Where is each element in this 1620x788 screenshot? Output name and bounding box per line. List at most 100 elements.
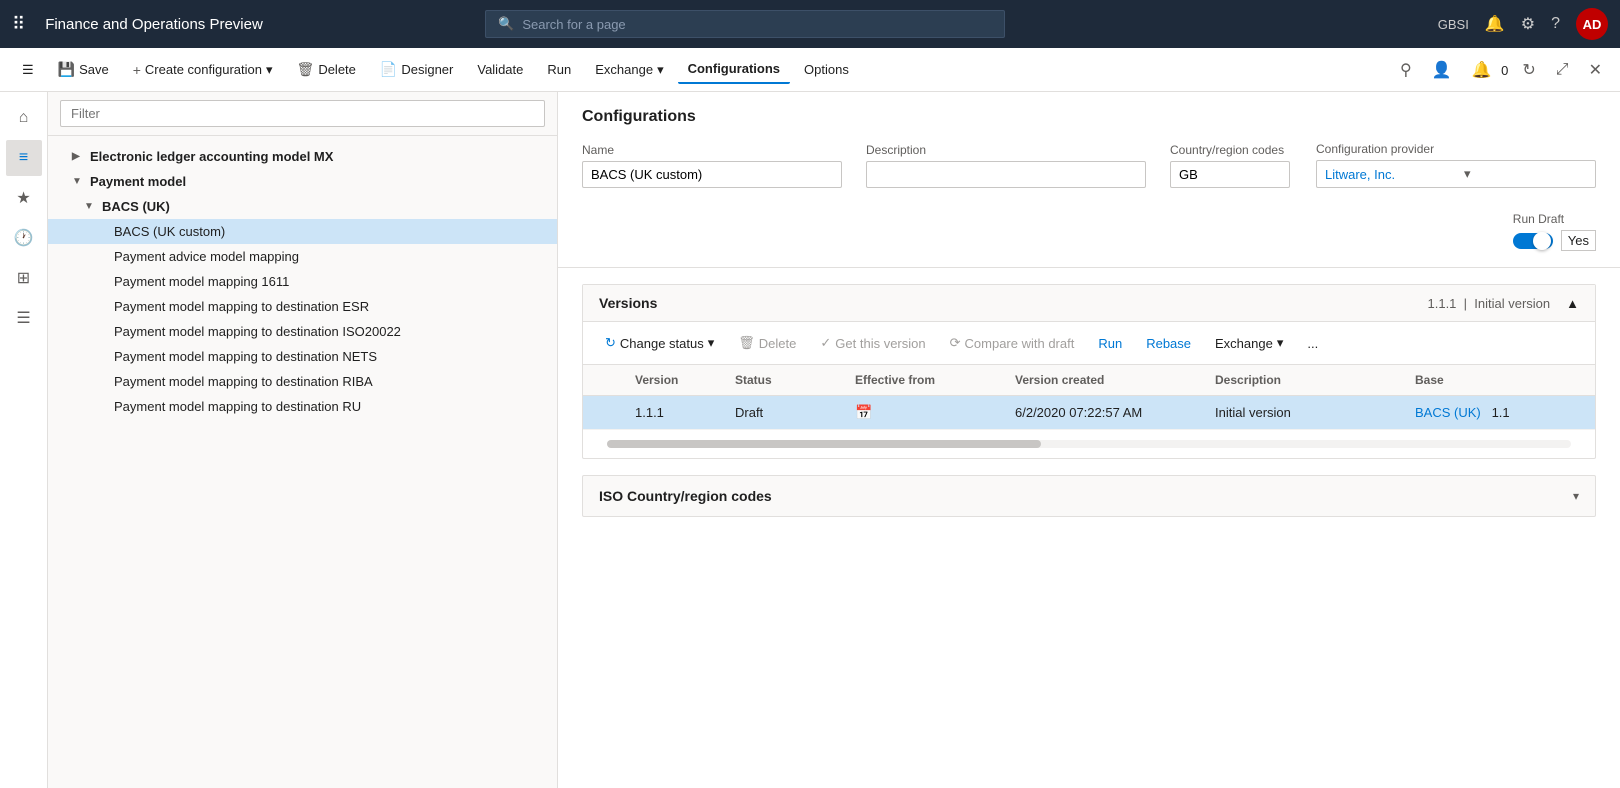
notification-count: 0: [1501, 63, 1508, 78]
get-version-button[interactable]: ✓ Get this version: [810, 330, 935, 356]
tree-item-bacs-uk[interactable]: ▼ BACS (UK): [48, 194, 557, 219]
recent-sidebar-button[interactable]: 🕐: [6, 220, 42, 256]
badge-notification: 🔔 0: [1466, 54, 1509, 86]
run-draft-value: Yes: [1561, 230, 1596, 251]
table-row[interactable]: 1.1.1 Draft 📅 6/2/2020 07:22:57 AM Initi…: [583, 396, 1595, 430]
designer-button[interactable]: 📄 Designer: [370, 55, 463, 84]
versions-exchange-button[interactable]: Exchange ▾: [1205, 330, 1293, 356]
expand-icon-payment-model: ▼: [72, 176, 84, 187]
change-status-button[interactable]: ↻ Change status ▾: [595, 330, 724, 356]
versions-meta-text: Initial version: [1474, 296, 1550, 311]
tree-item-bacs-uk-custom[interactable]: BACS (UK custom): [48, 219, 557, 244]
country-input[interactable]: [1170, 161, 1290, 188]
tree-item-electronic-ledger[interactable]: ▶ Electronic ledger accounting model MX: [48, 144, 557, 169]
more-options-button[interactable]: ...: [1297, 331, 1328, 356]
filter-icon-button[interactable]: ⚲: [1394, 54, 1418, 86]
user-avatar[interactable]: AD: [1576, 8, 1608, 40]
tree-item-payment-1611[interactable]: Payment model mapping 1611: [48, 269, 557, 294]
search-input[interactable]: [522, 17, 992, 32]
modules-sidebar-button[interactable]: ☰: [6, 300, 42, 336]
top-nav-right: GBSI 🔔 ⚙ ? AD: [1438, 8, 1608, 40]
versions-collapse-icon[interactable]: ▲: [1566, 296, 1579, 311]
versions-table-area: Version Status Effective from Version cr…: [583, 365, 1595, 430]
name-field-group: Name: [582, 143, 842, 188]
versions-version-label: 1.1.1: [1428, 296, 1457, 311]
name-label: Name: [582, 143, 842, 157]
tree-item-payment-esr[interactable]: Payment model mapping to destination ESR: [48, 294, 557, 319]
close-icon-button[interactable]: ✕: [1583, 54, 1608, 86]
tree-item-payment-nets[interactable]: Payment model mapping to destination NET…: [48, 344, 557, 369]
command-bar-right: ⚲ 👤 🔔 0 ↻ ⤢ ✕: [1394, 54, 1608, 86]
iso-header[interactable]: ISO Country/region codes ▾: [583, 476, 1595, 516]
save-button[interactable]: 💾 Save: [48, 55, 119, 84]
calendar-icon[interactable]: 📅: [855, 404, 872, 420]
personalize-icon-button[interactable]: 👤: [1426, 54, 1458, 86]
col-header-description[interactable]: Description: [1203, 365, 1403, 396]
tree-item-payment-ru[interactable]: Payment model mapping to destination RU: [48, 394, 557, 419]
notifications-count-button[interactable]: 🔔: [1466, 54, 1498, 86]
delete-button[interactable]: 🗑 Delete: [287, 55, 366, 84]
tree-item-payment-riba[interactable]: Payment model mapping to destination RIB…: [48, 369, 557, 394]
col-header-status[interactable]: Status: [723, 365, 843, 396]
home-sidebar-button[interactable]: ⌂: [6, 100, 42, 136]
nav-sidebar-button[interactable]: ≡: [6, 140, 42, 176]
search-icon: 🔍: [498, 16, 514, 32]
favorites-sidebar-button[interactable]: ★: [6, 180, 42, 216]
help-icon[interactable]: ?: [1551, 15, 1560, 33]
provider-dropdown-arrow[interactable]: ▾: [1456, 161, 1595, 187]
tree-item-payment-iso20022[interactable]: Payment model mapping to destination ISO…: [48, 319, 557, 344]
description-input[interactable]: [866, 161, 1146, 188]
cell-version: 1.1.1: [623, 396, 723, 430]
table-header-row: Version Status Effective from Version cr…: [583, 365, 1595, 396]
main-content: Configurations Name Description Country/…: [558, 92, 1620, 788]
expand-icon-button[interactable]: ⤢: [1550, 55, 1575, 85]
refresh-icon-button[interactable]: ↻: [1516, 54, 1541, 86]
hamburger-menu-button[interactable]: ☰: [12, 56, 44, 84]
iso-collapse-icon[interactable]: ▾: [1573, 489, 1579, 503]
compare-icon: ⟳: [950, 335, 961, 351]
validate-button[interactable]: Validate: [467, 56, 533, 83]
provider-label: Configuration provider: [1316, 142, 1596, 156]
configurations-section: Configurations Name Description Country/…: [558, 92, 1620, 268]
versions-run-button[interactable]: Run: [1088, 331, 1132, 356]
col-header-effective[interactable]: Effective from: [843, 365, 1003, 396]
col-header-version[interactable]: Version: [623, 365, 723, 396]
scroll-thumb[interactable]: [607, 440, 1041, 448]
run-button[interactable]: Run: [537, 56, 581, 83]
notifications-icon[interactable]: 🔔: [1485, 14, 1505, 34]
get-version-icon: ✓: [820, 335, 831, 351]
app-grid-icon[interactable]: ⠿: [12, 14, 25, 35]
versions-header[interactable]: Versions 1.1.1 | Initial version ▲: [583, 285, 1595, 322]
col-header-created[interactable]: Version created: [1003, 365, 1203, 396]
tree-label-payment-iso20022: Payment model mapping to destination ISO…: [114, 324, 545, 339]
versions-delete-button[interactable]: 🗑 Delete: [728, 330, 806, 356]
tree-filter-area: [48, 92, 557, 136]
cell-status: Draft: [723, 396, 843, 430]
workspaces-sidebar-button[interactable]: ⊞: [6, 260, 42, 296]
run-draft-toggle[interactable]: [1513, 231, 1553, 251]
tree-item-payment-advice[interactable]: Payment advice model mapping: [48, 244, 557, 269]
settings-icon[interactable]: ⚙: [1521, 14, 1535, 34]
col-header-base[interactable]: Base: [1403, 365, 1595, 396]
description-field-group: Description: [866, 143, 1146, 188]
iso-section: ISO Country/region codes ▾: [582, 475, 1596, 517]
tree-label-payment-esr: Payment model mapping to destination ESR: [114, 299, 545, 314]
versions-table: Version Status Effective from Version cr…: [583, 365, 1595, 430]
options-button[interactable]: Options: [794, 56, 859, 83]
versions-meta: 1.1.1 | Initial version: [1428, 296, 1551, 311]
base-link[interactable]: BACS (UK): [1415, 405, 1481, 420]
rebase-button[interactable]: Rebase: [1136, 331, 1201, 356]
run-draft-label: Run Draft: [1513, 212, 1596, 226]
name-input[interactable]: [582, 161, 842, 188]
exchange-dropdown-arrow: ▾: [1277, 335, 1284, 351]
iso-title: ISO Country/region codes: [599, 488, 1573, 504]
tree-item-payment-model[interactable]: ▼ Payment model: [48, 169, 557, 194]
cell-base: BACS (UK) 1.1: [1403, 396, 1595, 430]
horizontal-scrollbar: [583, 430, 1595, 458]
tree-filter-input[interactable]: [60, 100, 545, 127]
exchange-button[interactable]: Exchange ▾: [585, 56, 673, 84]
compare-draft-button[interactable]: ⟳ Compare with draft: [940, 330, 1085, 356]
configurations-button[interactable]: Configurations: [678, 55, 790, 84]
create-config-button[interactable]: + Create configuration ▾: [123, 56, 283, 84]
provider-select[interactable]: Litware, Inc. ▾: [1316, 160, 1596, 188]
